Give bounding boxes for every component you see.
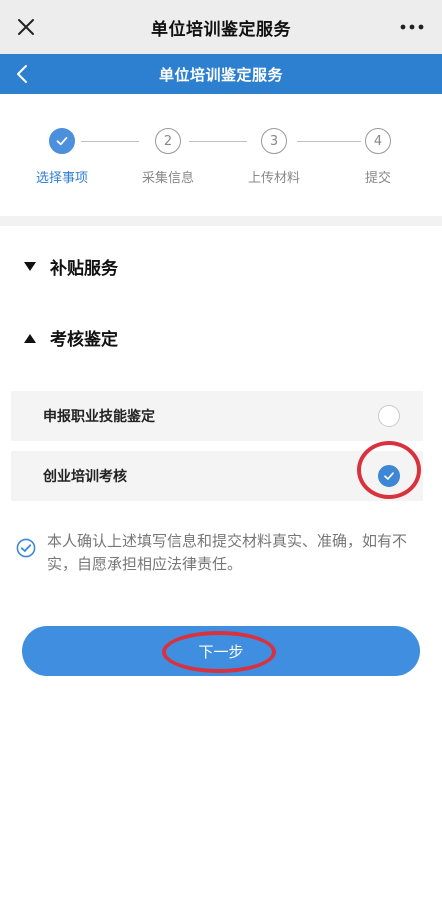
more-dots-icon[interactable] xyxy=(394,9,430,45)
step-number: 4 xyxy=(365,128,391,154)
step-label: 提交 xyxy=(364,171,391,186)
check-icon xyxy=(49,128,75,154)
step-3: 3 上传材料 xyxy=(234,128,314,186)
section-divider xyxy=(0,216,442,226)
page-header: 单位培训鉴定服务 xyxy=(0,54,442,94)
step-4: 4 提交 xyxy=(338,128,418,186)
confirm-text: 本人确认上述填写信息和提交材料真实、准确，如有不实，自愿承担相应法律责任。 xyxy=(47,532,408,573)
progress-steps: 选择事项 2 采集信息 3 上传材料 4 提交 xyxy=(0,94,442,216)
step-2: 2 采集信息 xyxy=(128,128,208,186)
highlight-ring xyxy=(162,631,276,673)
caret-up-icon xyxy=(22,330,38,346)
step-label: 采集信息 xyxy=(141,171,194,186)
option-label: 申报职业技能鉴定 xyxy=(43,409,155,425)
step-label: 选择事项 xyxy=(35,171,88,186)
chevron-left-icon[interactable] xyxy=(4,56,40,92)
confirm-statement[interactable]: 本人确认上述填写信息和提交材料真实、准确，如有不实，自愿承担相应法律责任。 xyxy=(16,530,426,576)
wechat-top-bar: 单位培训鉴定服务 xyxy=(0,0,442,54)
step-1: 选择事项 xyxy=(22,128,102,186)
page-title: 单位培训鉴定服务 xyxy=(158,65,283,84)
option-label: 创业培训考核 xyxy=(43,469,127,485)
check-circle-icon[interactable] xyxy=(16,538,36,558)
highlight-ring xyxy=(357,441,421,499)
section-title: 考核鉴定 xyxy=(50,330,118,350)
radio-button[interactable] xyxy=(378,405,400,427)
section-assessment-toggle[interactable]: 考核鉴定 xyxy=(22,325,118,350)
close-icon[interactable] xyxy=(8,9,44,45)
option-skill-appraisal[interactable]: 申报职业技能鉴定 xyxy=(11,391,423,441)
step-number: 2 xyxy=(155,128,181,154)
step-label: 上传材料 xyxy=(247,171,300,186)
section-title: 补贴服务 xyxy=(50,259,118,279)
wechat-title: 单位培训鉴定服务 xyxy=(151,19,291,40)
step-number: 3 xyxy=(261,128,287,154)
caret-down-icon xyxy=(22,259,38,275)
section-subsidy-toggle[interactable]: 补贴服务 xyxy=(22,254,118,279)
